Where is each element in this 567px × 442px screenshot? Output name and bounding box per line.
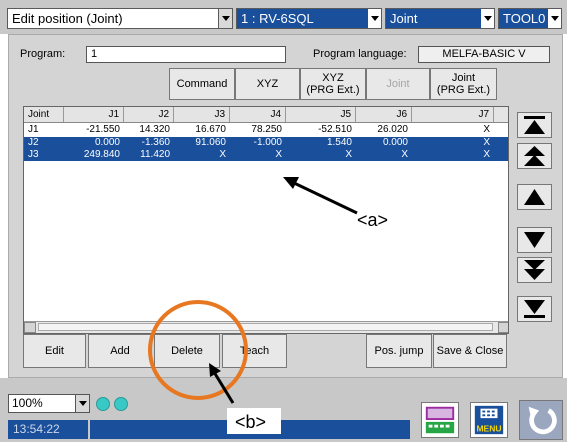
annotation-label-a: <a> [357, 210, 388, 230]
annotation-label-b: <b> [235, 412, 266, 432]
annotation-overlay: <a> <b> [148, 177, 388, 434]
annotation-circle-b [148, 300, 248, 400]
annotation-arrow-a [291, 180, 358, 215]
